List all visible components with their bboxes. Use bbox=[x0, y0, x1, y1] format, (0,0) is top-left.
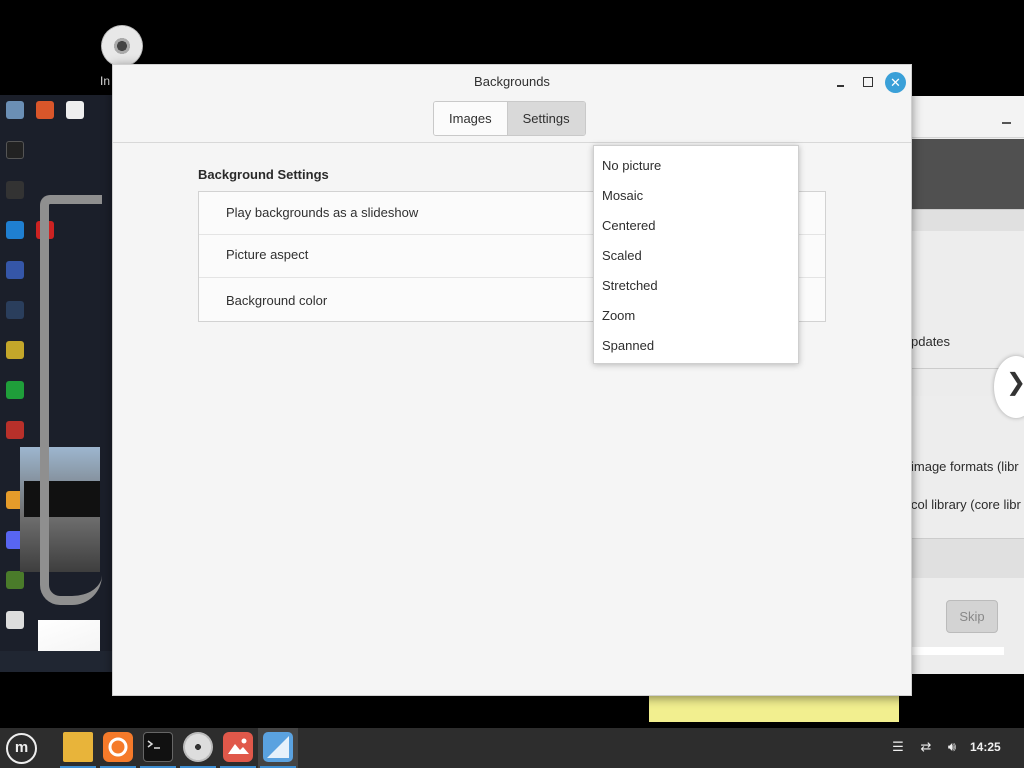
dropdown-option-mosaic[interactable]: Mosaic bbox=[594, 181, 798, 211]
desktop-icon-label: In bbox=[100, 74, 111, 88]
sticky-note[interactable] bbox=[649, 694, 899, 722]
dropdown-option-scaled[interactable]: Scaled bbox=[594, 241, 798, 271]
dropdown-option-centered[interactable]: Centered bbox=[594, 211, 798, 241]
maximize-button[interactable] bbox=[858, 72, 878, 92]
minimize-button[interactable] bbox=[831, 72, 851, 92]
mountain-icon bbox=[228, 738, 249, 754]
window-titlebar bbox=[911, 96, 1024, 138]
next-arrow-icon[interactable]: ❯ bbox=[994, 356, 1024, 418]
image-viewer-icon[interactable] bbox=[223, 732, 253, 762]
files-icon[interactable] bbox=[63, 732, 93, 762]
recycle-bin-icon bbox=[6, 101, 24, 119]
setting-label: Play backgrounds as a slideshow bbox=[226, 205, 419, 220]
taskbar: m ☰ ⇄ 🔊︎ 14:25 bbox=[0, 728, 1024, 768]
app-icon bbox=[6, 341, 24, 359]
dialog-titlebar: Backgrounds ✕ Images Settings bbox=[113, 65, 911, 143]
tab-images[interactable]: Images bbox=[434, 102, 507, 135]
dropdown-option-spanned[interactable]: Spanned bbox=[594, 331, 798, 361]
app-icon bbox=[36, 101, 54, 119]
background-window-right[interactable]: pdates image formats (libr col library (… bbox=[911, 96, 1024, 674]
skip-button[interactable]: Skip bbox=[946, 600, 998, 633]
dropdown-option-zoom[interactable]: Zoom bbox=[594, 301, 798, 331]
inner-taskbar bbox=[0, 651, 112, 672]
terminal-prompt-icon bbox=[147, 740, 160, 749]
terminal-icon[interactable] bbox=[143, 732, 173, 762]
dialog-title: Backgrounds bbox=[474, 74, 550, 89]
wallpaper-icon bbox=[267, 736, 289, 758]
divider bbox=[911, 538, 1024, 578]
update-text: pdates bbox=[911, 334, 951, 349]
minimize-icon[interactable] bbox=[1002, 122, 1011, 124]
start-menu-button[interactable]: m bbox=[6, 733, 37, 764]
background-window-left[interactable] bbox=[0, 95, 112, 672]
dropdown-option-no-picture[interactable]: No picture bbox=[594, 151, 798, 181]
epic-games-icon bbox=[6, 141, 24, 159]
firefox-icon bbox=[108, 737, 128, 757]
clock[interactable]: 14:25 bbox=[970, 740, 1001, 754]
app-icon bbox=[6, 421, 24, 439]
picture-aspect-dropdown: No picture Mosaic Centered Scaled Stretc… bbox=[593, 145, 799, 364]
network-disconnected-icon[interactable]: ⇄ bbox=[918, 739, 934, 755]
disc-icon[interactable] bbox=[183, 732, 213, 762]
disc-icon[interactable] bbox=[101, 25, 143, 67]
tab-switcher: Images Settings bbox=[433, 101, 586, 136]
setting-label: Picture aspect bbox=[226, 247, 309, 262]
app-icon bbox=[6, 381, 24, 399]
divider bbox=[911, 209, 1024, 231]
close-button[interactable]: ✕ bbox=[885, 72, 906, 93]
backgrounds-icon[interactable] bbox=[263, 732, 293, 762]
volume-icon[interactable]: 🔊︎ bbox=[944, 739, 960, 755]
logitech-icon bbox=[6, 181, 24, 199]
firefox-icon[interactable] bbox=[103, 732, 133, 762]
ubisoft-icon bbox=[6, 611, 24, 629]
edge-icon bbox=[6, 221, 24, 239]
progress-bar bbox=[911, 647, 1004, 655]
app-icon bbox=[66, 101, 84, 119]
notes-icon[interactable]: ☰ bbox=[890, 739, 906, 755]
app-icon bbox=[6, 571, 24, 589]
setting-label: Background color bbox=[226, 293, 328, 308]
section-title: Background Settings bbox=[198, 167, 329, 182]
tab-settings[interactable]: Settings bbox=[506, 102, 585, 135]
steam-icon bbox=[6, 301, 24, 319]
virtualbox-icon bbox=[6, 261, 24, 279]
dropdown-option-stretched[interactable]: Stretched bbox=[594, 271, 798, 301]
drawn-scribble bbox=[40, 195, 102, 605]
window-header bbox=[911, 139, 1024, 209]
update-text: image formats (libr bbox=[911, 459, 1019, 474]
update-text: col library (core libr bbox=[911, 497, 1021, 512]
